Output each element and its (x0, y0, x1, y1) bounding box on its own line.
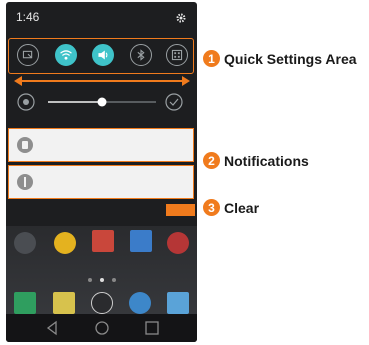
sound-toggle[interactable] (92, 44, 114, 66)
notification-item[interactable] (8, 128, 194, 162)
speaker-icon (98, 50, 108, 60)
clock-time: 1:46 (16, 10, 40, 24)
home-icon[interactable] (95, 321, 109, 335)
recents-icon[interactable] (145, 321, 159, 335)
play-store-app-icon[interactable] (130, 230, 152, 252)
wifi-toggle[interactable] (55, 44, 77, 66)
brightness-slider-thumb[interactable] (97, 97, 107, 107)
wifi-icon (60, 50, 72, 60)
battery-notification-icon (17, 137, 33, 153)
swipe-arrow-icon (14, 76, 190, 86)
usb-notification-icon (17, 174, 33, 190)
notification-item[interactable] (8, 165, 194, 199)
callout-text: Clear (224, 199, 260, 216)
grid-icon (171, 49, 183, 61)
label-quick-settings: 1 Quick Settings Area (203, 50, 357, 67)
check-icon[interactable] (165, 93, 183, 111)
screen-capture-toggle[interactable] (17, 44, 39, 66)
callout-number: 1 (203, 50, 220, 67)
phone-app-icon[interactable] (14, 292, 36, 314)
calendar-app-icon[interactable] (92, 230, 114, 252)
label-clear: 3 Clear (203, 199, 259, 216)
page-indicator-dot (112, 278, 116, 282)
status-bar: 1:46 (6, 2, 197, 36)
page-indicator-dot (100, 278, 104, 282)
back-icon[interactable] (46, 320, 57, 336)
bluetooth-toggle[interactable] (130, 44, 152, 66)
callout-number: 2 (203, 152, 220, 169)
label-notifications: 2 Notifications (203, 152, 309, 169)
page-indicator-dot (88, 278, 92, 282)
browser-app-icon[interactable] (129, 292, 151, 314)
more-settings-toggle[interactable] (166, 44, 188, 66)
clear-notifications-button[interactable] (166, 204, 195, 216)
phone-screen: 1:46 (6, 2, 197, 342)
email-app-icon[interactable] (54, 232, 76, 254)
screen-capture-icon (22, 50, 33, 59)
settings-gear-icon[interactable] (175, 12, 187, 24)
camera-app-icon[interactable] (167, 292, 189, 314)
bluetooth-icon (137, 49, 145, 61)
folder-app-icon[interactable] (167, 232, 189, 254)
callout-number: 3 (203, 199, 220, 216)
callout-text: Notifications (224, 152, 309, 169)
messages-app-icon[interactable] (53, 292, 75, 314)
brightness-row (6, 86, 197, 120)
apps-drawer-icon[interactable] (91, 292, 113, 314)
contacts-app-icon[interactable] (14, 232, 36, 254)
navigation-bar (6, 314, 197, 342)
brightness-auto-icon[interactable] (17, 93, 35, 111)
quick-settings-area (8, 38, 194, 74)
callout-text: Quick Settings Area (224, 50, 357, 67)
